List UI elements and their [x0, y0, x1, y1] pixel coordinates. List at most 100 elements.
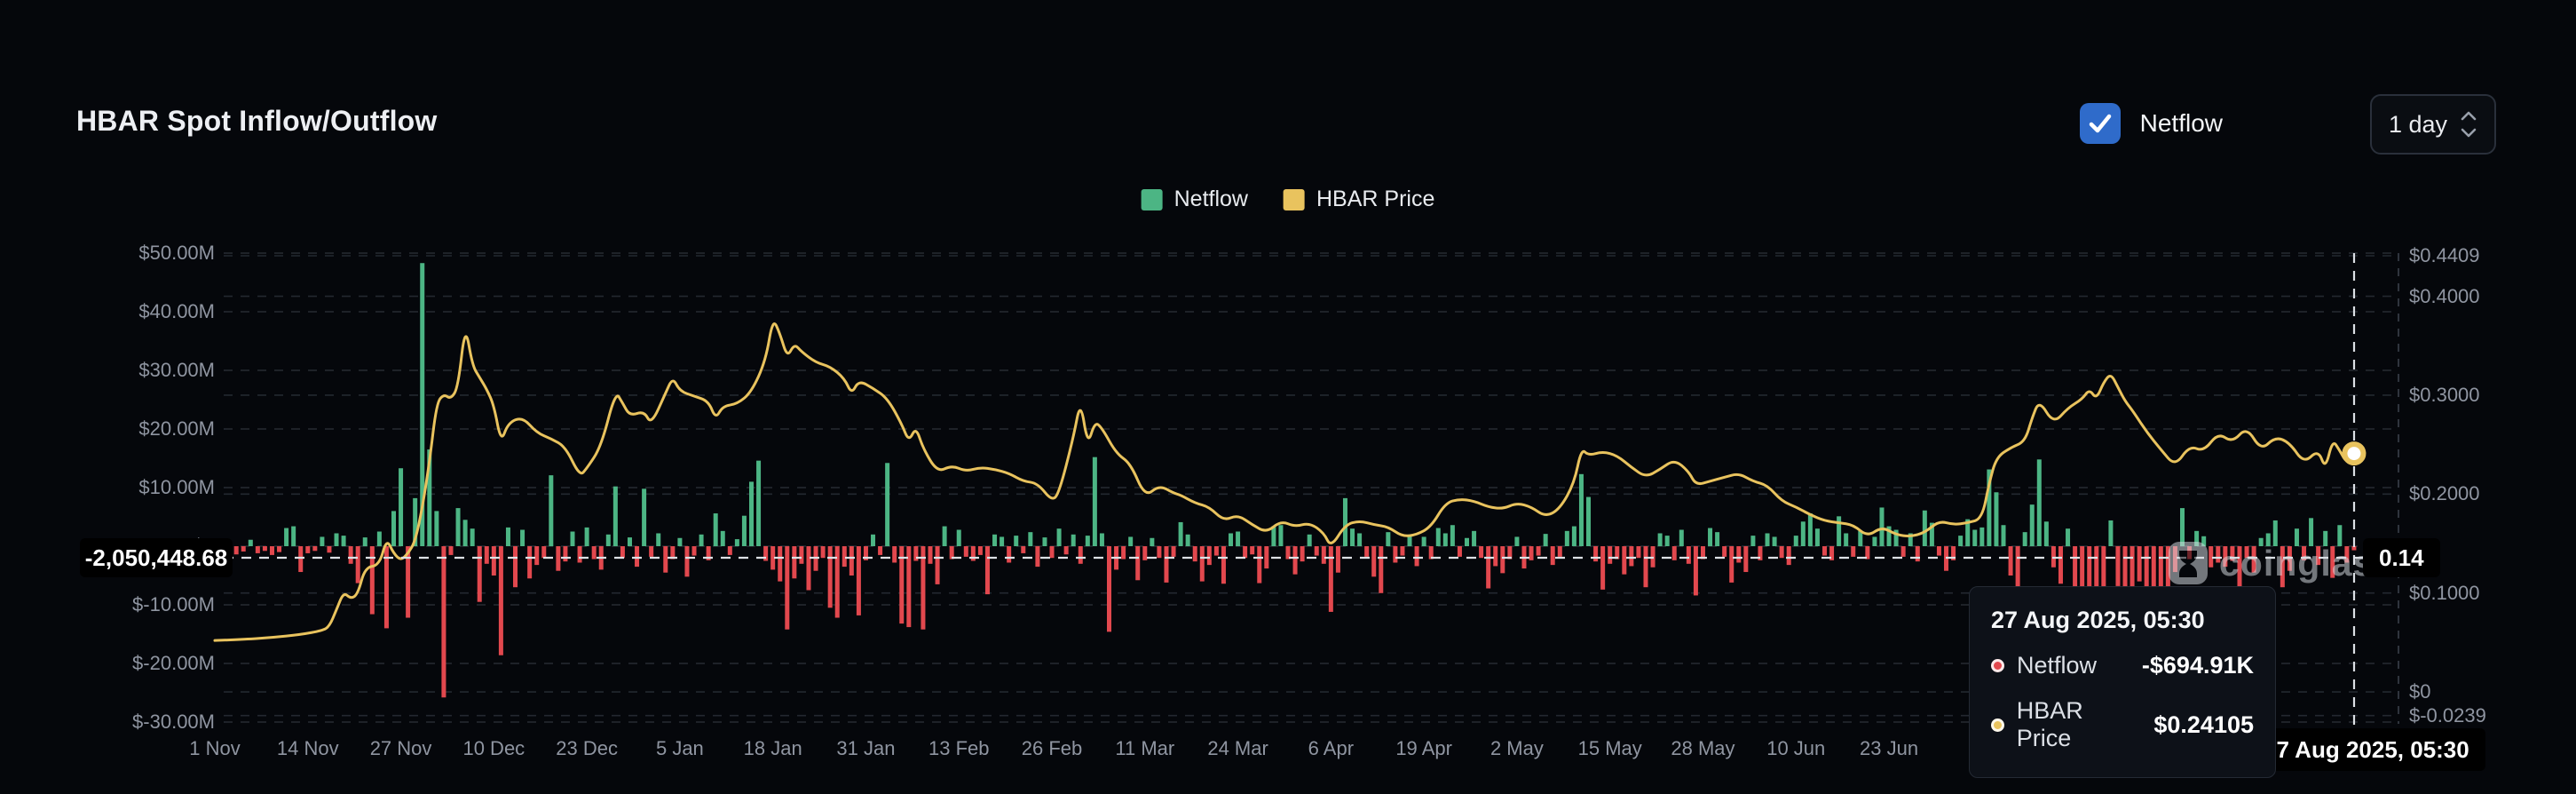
- netflow-bar: [298, 546, 304, 573]
- netflow-bar: [362, 537, 367, 546]
- netflow-bar: [1078, 546, 1083, 564]
- netflow-bar: [1800, 521, 1806, 546]
- netflow-bar: [233, 546, 239, 555]
- netflow-dot-icon: [1991, 659, 2004, 672]
- netflow-bar: [1035, 546, 1040, 568]
- netflow-bar: [1314, 546, 1319, 556]
- netflow-bar: [2108, 520, 2114, 546]
- netflow-bar: [1514, 536, 1520, 546]
- netflow-bar: [1435, 528, 1441, 546]
- netflow-bar: [892, 546, 897, 563]
- netflow-bar: [1629, 546, 1634, 567]
- netflow-bar: [1107, 546, 1111, 632]
- netflow-bar: [871, 534, 876, 546]
- netflow-bar: [1178, 521, 1183, 546]
- netflow-bar: [749, 481, 754, 546]
- netflow-bar: [355, 546, 360, 584]
- netflow-bar: [549, 475, 554, 546]
- netflow-bar: [1814, 528, 1820, 546]
- netflow-bar: [2115, 546, 2121, 586]
- netflow-bar: [741, 515, 747, 546]
- netflow-bar: [1664, 536, 1670, 546]
- netflow-bar: [1793, 536, 1798, 546]
- netflow-bar: [856, 546, 861, 615]
- crosshair-netflow-label: -2,050,448.68: [80, 538, 233, 577]
- netflow-bar: [1128, 536, 1134, 546]
- netflow-bar: [1972, 529, 1978, 546]
- netflow-bar: [1729, 546, 1734, 583]
- netflow-bar: [1743, 546, 1749, 573]
- netflow-bar: [1750, 536, 1756, 546]
- netflow-bar: [928, 546, 933, 564]
- netflow-bar: [470, 528, 475, 546]
- netflow-bar: [441, 546, 446, 698]
- netflow-bar: [1414, 546, 1419, 567]
- netflow-bar: [591, 546, 597, 560]
- netflow-bar: [334, 533, 339, 546]
- netflow-bar: [1536, 546, 1541, 556]
- netflow-bar: [1357, 533, 1363, 546]
- netflow-bar: [1457, 546, 1462, 557]
- netflow-bar: [291, 526, 296, 546]
- last-price-marker: [2342, 441, 2367, 466]
- netflow-bar: [2029, 504, 2035, 546]
- netflow-bar: [1192, 546, 1197, 562]
- netflow-bar: [1236, 531, 1241, 546]
- netflow-bar: [248, 539, 253, 546]
- netflow-bar: [1608, 546, 1613, 564]
- netflow-bar: [1936, 546, 1941, 556]
- netflow-bar: [2043, 521, 2049, 546]
- netflow-bar: [1844, 533, 1849, 546]
- netflow-bar: [1085, 536, 1090, 546]
- netflow-bar: [956, 529, 961, 546]
- netflow-bar: [399, 468, 404, 546]
- tooltip-row-value: $0.24105: [2153, 711, 2254, 738]
- netflow-bar: [2022, 532, 2027, 546]
- netflow-bar: [1722, 546, 1727, 557]
- netflow-bar: [1342, 497, 1347, 546]
- netflow-bar: [1307, 534, 1312, 546]
- netflow-bar: [1028, 532, 1033, 546]
- netflow-bar: [1693, 546, 1698, 596]
- netflow-bar: [727, 546, 732, 555]
- netflow-bar: [477, 546, 482, 602]
- netflow-bar: [1199, 546, 1205, 582]
- netflow-bar: [541, 546, 547, 559]
- netflow-bar: [935, 546, 940, 584]
- netflow-bar: [1264, 546, 1269, 569]
- netflow-bar: [1571, 526, 1576, 546]
- netflow-bar: [1900, 546, 1906, 557]
- netflow-bar: [2151, 546, 2156, 589]
- netflow-bar: [734, 539, 739, 546]
- netflow-bar: [1543, 534, 1548, 546]
- netflow-bar: [369, 546, 375, 615]
- page: { "header": { "title": "HBAR Spot Inflow…: [0, 0, 2576, 794]
- netflow-bar: [520, 529, 525, 546]
- tooltip-row-hbar-price: HBAR Price $0.24105: [1991, 697, 2254, 752]
- netflow-bar: [627, 537, 632, 546]
- netflow-bar: [1386, 532, 1391, 546]
- netflow-bar: [320, 536, 325, 546]
- netflow-bar: [1564, 530, 1569, 546]
- netflow-bar: [756, 460, 762, 546]
- netflow-bar: [849, 546, 854, 576]
- netflow-bar: [820, 546, 826, 559]
- netflow-bar: [1500, 546, 1505, 574]
- netflow-bar: [269, 546, 274, 555]
- netflow-bar: [1142, 546, 1148, 560]
- netflow-bar: [277, 546, 282, 552]
- netflow-bar: [677, 537, 683, 546]
- netflow-bar: [534, 546, 540, 566]
- netflow-bar: [1657, 533, 1663, 546]
- netflow-bar: [1578, 473, 1584, 546]
- netflow-bar: [1586, 496, 1592, 546]
- tooltip: 27 Aug 2025, 05:30 Netflow -$694.91K HBA…: [1969, 586, 2276, 778]
- netflow-bar: [391, 511, 396, 546]
- netflow-bar: [1486, 546, 1491, 589]
- netflow-bar: [448, 546, 454, 555]
- netflow-bar: [2137, 546, 2142, 582]
- netflow-bar: [635, 546, 640, 568]
- netflow-bar: [1636, 546, 1641, 559]
- netflow-bar: [1350, 528, 1355, 546]
- netflow-bar: [1229, 533, 1234, 546]
